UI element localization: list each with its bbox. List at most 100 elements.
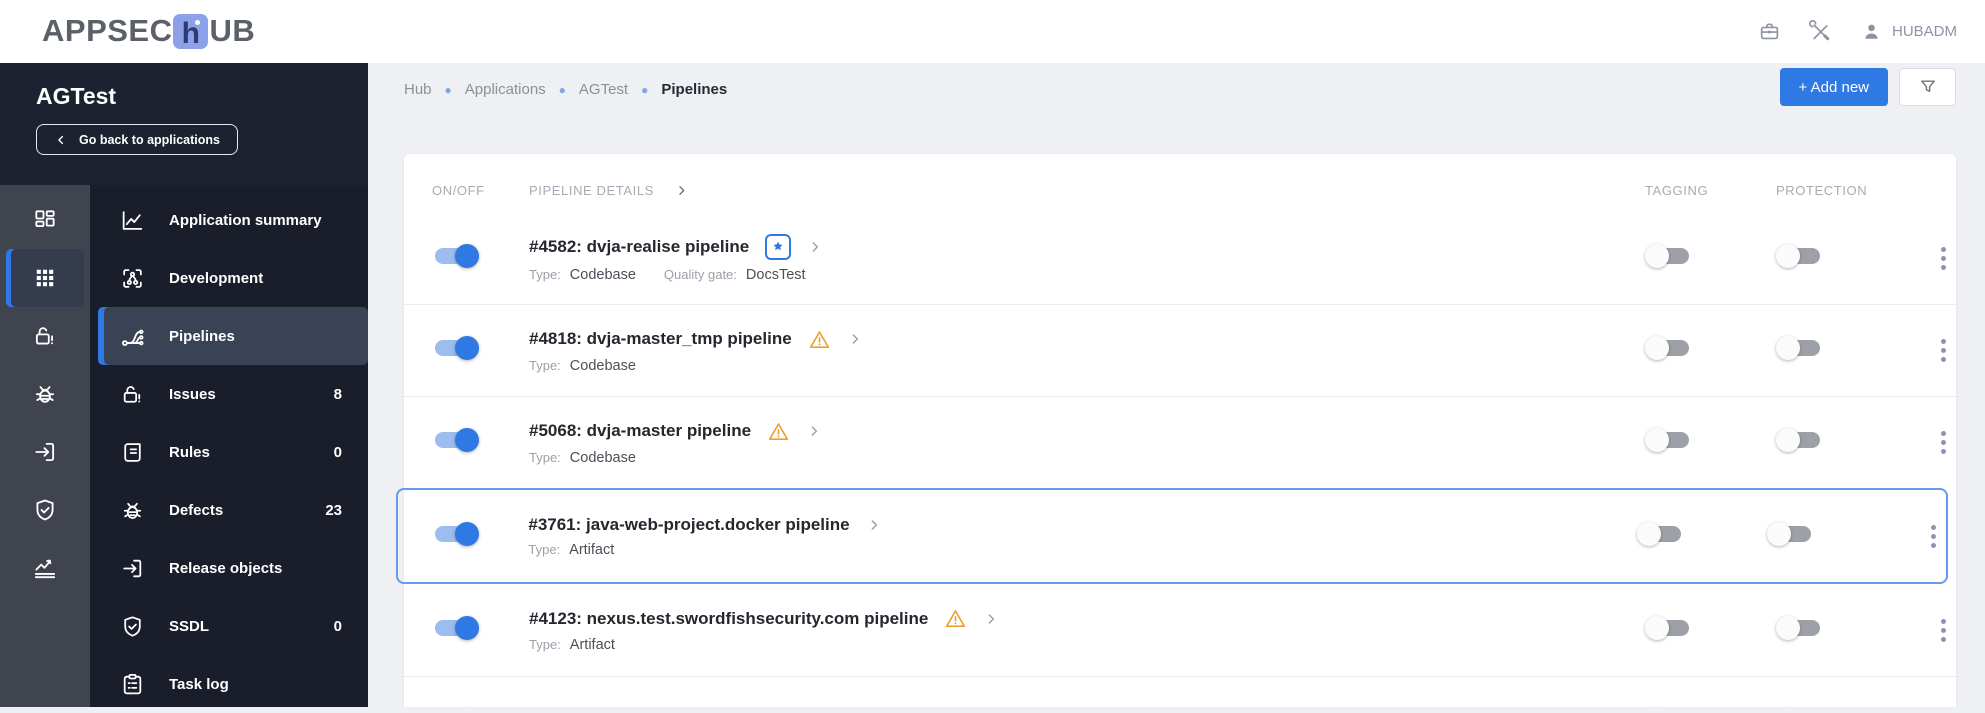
branch-icon bbox=[120, 266, 145, 291]
filter-icon bbox=[1918, 77, 1938, 97]
rail-item-lock-exclamation[interactable] bbox=[6, 307, 84, 365]
row-menu-kebab-icon[interactable] bbox=[1937, 243, 1950, 274]
warning-icon bbox=[808, 328, 831, 351]
meta-value: Artifact bbox=[569, 541, 615, 558]
app-logo: APPSEC h UB bbox=[42, 13, 255, 49]
application-title: AGTest bbox=[36, 83, 117, 109]
tagging-toggle[interactable] bbox=[1645, 335, 1692, 361]
row-menu-kebab-icon[interactable] bbox=[1937, 615, 1950, 646]
lock-exclamation-icon bbox=[32, 323, 58, 349]
tagging-toggle[interactable] bbox=[1645, 615, 1692, 641]
breadcrumb-item-applications[interactable]: Applications bbox=[465, 81, 546, 98]
breadcrumb: Hub ● Applications ● AGTest ● Pipelines bbox=[404, 81, 727, 98]
tools-icon[interactable] bbox=[1809, 20, 1832, 43]
rail-item-bug[interactable] bbox=[6, 365, 84, 423]
protection-toggle[interactable] bbox=[1776, 243, 1823, 269]
pipeline-icon bbox=[120, 324, 145, 349]
favorite-star-badge bbox=[765, 233, 792, 260]
user-menu[interactable]: HUBADM bbox=[1860, 20, 1957, 43]
pipeline-row-4818[interactable]: #4818: dvja-master_tmp pipeline Type: Code… bbox=[404, 304, 1956, 396]
user-name: HUBADM bbox=[1891, 23, 1957, 40]
task-log-icon bbox=[120, 672, 145, 697]
icon-rail bbox=[0, 185, 90, 707]
tagging-toggle[interactable] bbox=[1645, 243, 1692, 269]
rail-item-export[interactable] bbox=[6, 423, 84, 481]
meta-label: Type: bbox=[529, 449, 561, 465]
sidebar-item-ssdl[interactable]: SSDL 0 bbox=[90, 597, 368, 655]
sidebar-item-label: Pipelines bbox=[169, 327, 235, 345]
pipeline-title: #4582: dvja-realise pipeline bbox=[529, 236, 750, 256]
chevron-left-icon bbox=[54, 133, 68, 147]
sidebar-item-label: Release objects bbox=[169, 559, 283, 577]
pipeline-enabled-toggle[interactable] bbox=[432, 521, 479, 547]
briefcase-icon[interactable] bbox=[1758, 20, 1781, 43]
pipeline-row-4582[interactable]: #4582: dvja-realise pipeline Type: Codebas… bbox=[404, 212, 1956, 304]
meta-label: Type: bbox=[529, 266, 561, 282]
pipeline-title: #3761: java-web-project.docker pipeline bbox=[528, 514, 850, 534]
pipeline-enabled-toggle[interactable] bbox=[432, 335, 479, 361]
tagging-toggle[interactable] bbox=[1637, 521, 1684, 547]
header-pipeline-details: PIPELINE DETAILS bbox=[529, 182, 654, 198]
breadcrumb-separator: ● bbox=[444, 82, 452, 97]
sidebar-item-label: SSDL bbox=[169, 617, 210, 635]
tagging-toggle[interactable] bbox=[1645, 427, 1692, 453]
row-expand-chevron-icon[interactable] bbox=[983, 611, 999, 627]
sidebar-item-defects[interactable]: Defects 23 bbox=[90, 481, 368, 539]
breadcrumb-separator: ● bbox=[641, 82, 649, 97]
header-expand-chevron-icon[interactable] bbox=[674, 183, 689, 198]
rail-item-chart-trend[interactable] bbox=[6, 539, 84, 597]
row-expand-chevron-icon[interactable] bbox=[807, 239, 823, 255]
sidebar-item-label: Rules bbox=[169, 443, 210, 461]
meta-value: Artifact bbox=[569, 637, 615, 653]
sidebar-item-label: Application summary bbox=[169, 211, 322, 229]
sidebar-item-application-summary[interactable]: Application summary bbox=[90, 191, 368, 249]
protection-toggle[interactable] bbox=[1776, 427, 1823, 453]
sidebar-body: Application summary Development Pipelines I… bbox=[0, 185, 368, 707]
rail-item-dashboard[interactable] bbox=[6, 191, 84, 249]
protection-toggle[interactable] bbox=[1776, 335, 1823, 361]
sidebar-item-label: Defects bbox=[169, 501, 224, 519]
pipeline-enabled-toggle[interactable] bbox=[432, 243, 479, 269]
logo-text-left: APPSEC bbox=[42, 13, 173, 48]
sidebar-item-development[interactable]: Development bbox=[90, 249, 368, 307]
sidebar-item-issues[interactable]: Issues 8 bbox=[90, 365, 368, 423]
main-content: Hub ● Applications ● AGTest ● Pipelines + Add … bbox=[368, 63, 1985, 707]
sidebar-item-rules[interactable]: Rules 0 bbox=[90, 423, 368, 481]
pipeline-enabled-toggle[interactable] bbox=[432, 427, 479, 453]
export-icon bbox=[120, 556, 145, 581]
sidebar-item-release-objects[interactable]: Release objects bbox=[90, 539, 368, 597]
add-new-button[interactable]: + Add new bbox=[1779, 68, 1888, 106]
meta-value: Codebase bbox=[569, 266, 636, 283]
sidebar-item-badge: 23 bbox=[325, 501, 342, 519]
header-protection: PROTECTION bbox=[1776, 182, 1868, 198]
pipeline-row-3761[interactable]: #3761: java-web-project.docker pipeline T… bbox=[396, 488, 1948, 584]
breadcrumb-item-agtest[interactable]: AGTest bbox=[579, 81, 628, 98]
row-expand-chevron-icon[interactable] bbox=[866, 517, 882, 533]
pipeline-row-5068[interactable]: #5068: dvja-master pipeline Type: Codebase bbox=[404, 396, 1956, 488]
protection-toggle[interactable] bbox=[1767, 521, 1814, 547]
breadcrumb-item-hub[interactable]: Hub bbox=[404, 81, 432, 98]
pipeline-row-4123[interactable]: #4123: nexus.test.swordfishsecurity.com … bbox=[404, 584, 1956, 676]
sidebar-item-badge: 0 bbox=[333, 617, 342, 635]
row-menu-kebab-icon[interactable] bbox=[1927, 521, 1940, 552]
row-expand-chevron-icon[interactable] bbox=[806, 423, 822, 439]
row-expand-chevron-icon[interactable] bbox=[847, 331, 863, 347]
rail-item-apps-grid[interactable] bbox=[6, 249, 84, 307]
row-menu-kebab-icon[interactable] bbox=[1937, 335, 1950, 366]
logo-h-letter: h bbox=[181, 16, 201, 50]
go-back-button[interactable]: Go back to applications bbox=[36, 124, 238, 155]
top-actions: HUBADM bbox=[1758, 0, 1957, 63]
sidebar-item-task-log[interactable]: Task log bbox=[90, 655, 368, 713]
pipeline-enabled-toggle[interactable] bbox=[432, 615, 479, 641]
pipeline-row-partial[interactable] bbox=[404, 676, 1956, 707]
sidebar-item-pipelines[interactable]: Pipelines bbox=[98, 307, 368, 365]
protection-toggle[interactable] bbox=[1776, 615, 1823, 641]
pipeline-title: #4818: dvja-master_tmp pipeline bbox=[529, 329, 792, 348]
rail-item-shield-check[interactable] bbox=[6, 481, 84, 539]
warning-icon bbox=[944, 607, 967, 630]
header-on-off: ON/OFF bbox=[432, 182, 485, 198]
bug-icon bbox=[120, 498, 145, 523]
toolbar: + Add new bbox=[1779, 68, 1956, 106]
filter-button[interactable] bbox=[1899, 68, 1956, 106]
row-menu-kebab-icon[interactable] bbox=[1937, 427, 1950, 458]
